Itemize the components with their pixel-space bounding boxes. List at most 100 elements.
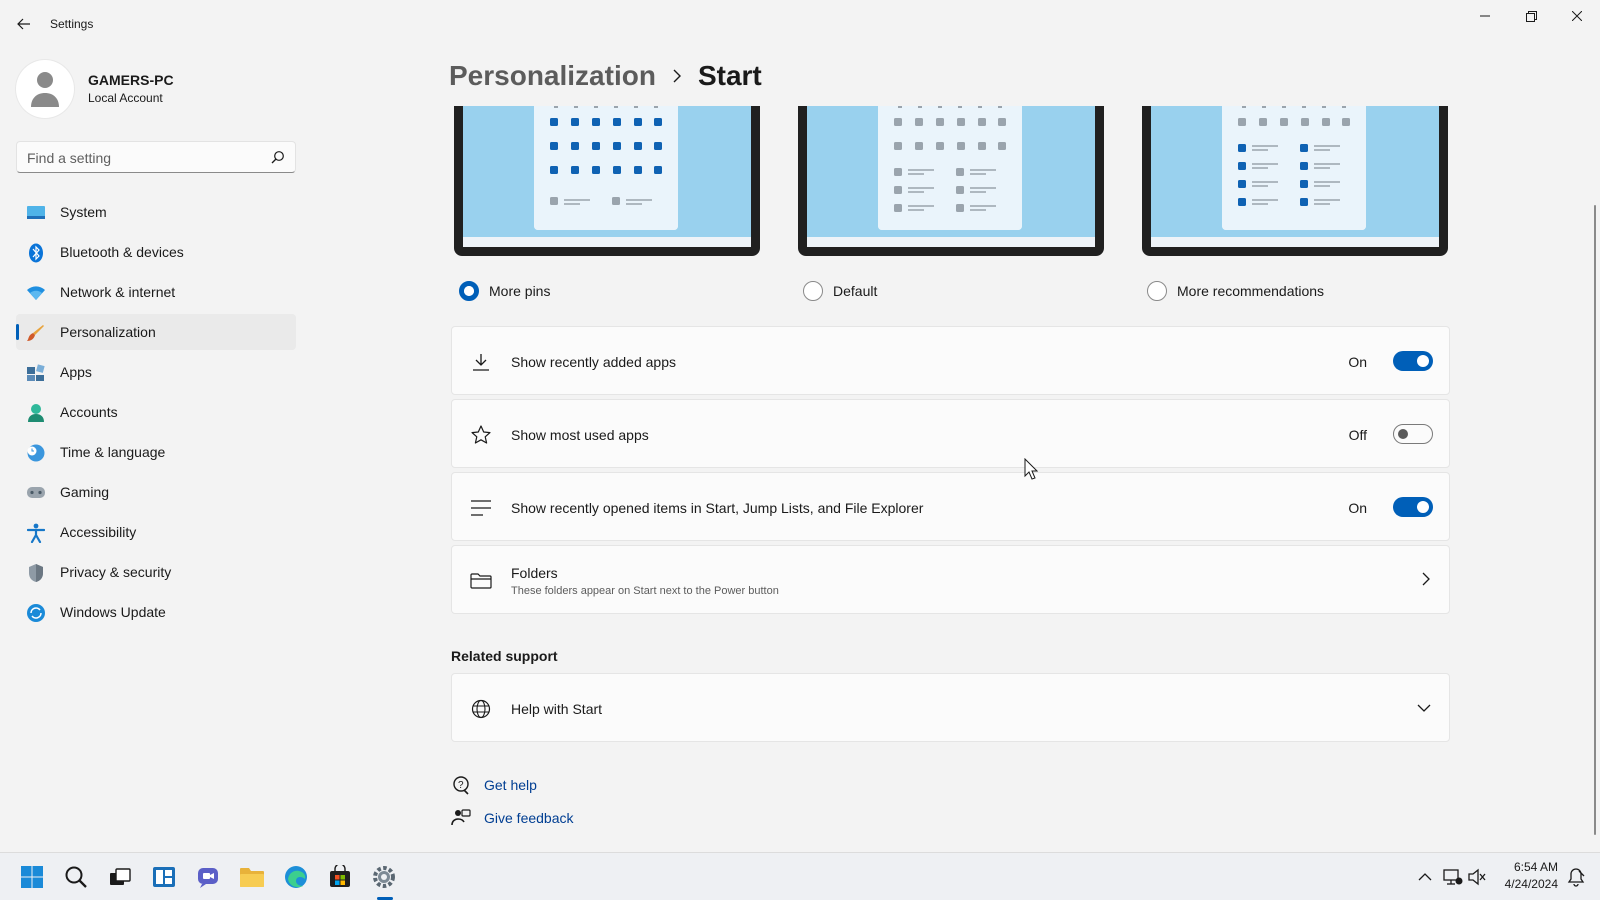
mouse-cursor-icon: [1024, 458, 1038, 480]
edge-icon[interactable]: [282, 863, 310, 891]
time-language-icon: [26, 443, 46, 463]
related-support-heading: Related support: [451, 648, 558, 664]
close-button[interactable]: [1554, 0, 1600, 32]
sidebar-item-privacy[interactable]: Privacy & security: [16, 554, 296, 590]
setting-show-most-used: Show most used apps Off: [451, 399, 1450, 468]
accounts-icon: [26, 403, 46, 423]
clock[interactable]: 6:54 AM 4/24/2024: [1505, 859, 1558, 893]
accessibility-icon: [26, 523, 46, 543]
sidebar-item-windows-update[interactable]: Windows Update: [16, 594, 296, 630]
widgets-icon[interactable]: [150, 863, 178, 891]
shield-icon: [26, 563, 46, 583]
setting-show-recently-added: Show recently added apps On: [451, 326, 1450, 395]
sidebar-item-label: Bluetooth & devices: [60, 244, 184, 260]
radio-button[interactable]: [1147, 281, 1167, 301]
sidebar-item-network[interactable]: Network & internet: [16, 274, 296, 310]
toggle-state-text: On: [1348, 500, 1367, 516]
start-icon[interactable]: [18, 863, 46, 891]
give-feedback-link[interactable]: Give feedback: [451, 808, 574, 828]
give-feedback-text[interactable]: Give feedback: [484, 810, 574, 826]
help-chat-icon: ?: [451, 775, 471, 795]
close-icon: [1572, 11, 1582, 21]
sidebar-item-label: Time & language: [60, 444, 166, 460]
star-icon: [470, 424, 492, 446]
taskbar: 6:54 AM 4/24/2024: [0, 852, 1600, 900]
sidebar-item-label: Gaming: [60, 484, 110, 500]
setting-label: Folders: [511, 565, 558, 581]
wifi-icon: [26, 283, 46, 303]
profile-name: GAMERS-PC: [88, 72, 174, 88]
sidebar-item-label: Network & internet: [60, 284, 176, 300]
setting-label: Show recently added apps: [511, 354, 676, 370]
sidebar-item-accounts[interactable]: Accounts: [16, 394, 296, 430]
list-icon: [470, 497, 492, 519]
notification-bell-icon[interactable]: [1562, 863, 1590, 891]
user-profile[interactable]: GAMERS-PC Local Account: [16, 60, 296, 118]
get-help-text[interactable]: Get help: [484, 777, 537, 793]
feedback-icon: [451, 808, 471, 828]
apps-icon: [26, 363, 46, 383]
sidebar-item-label: Apps: [60, 364, 92, 380]
toggle-switch[interactable]: [1393, 497, 1433, 517]
layout-preview-more-pins[interactable]: [454, 106, 760, 256]
minimize-button[interactable]: [1462, 0, 1508, 32]
setting-folders[interactable]: Folders These folders appear on Start ne…: [451, 545, 1450, 614]
setting-description: These folders appear on Start next to th…: [511, 585, 779, 597]
preview-screen: [807, 106, 1095, 247]
sidebar-item-bluetooth[interactable]: Bluetooth & devices: [16, 234, 296, 270]
system-icon: [26, 203, 46, 223]
toggle-state-text: On: [1348, 354, 1367, 370]
sidebar-item-accessibility[interactable]: Accessibility: [16, 514, 296, 550]
store-icon[interactable]: [326, 863, 354, 891]
sidebar-item-time-language[interactable]: Time & language: [16, 434, 296, 470]
radio-button[interactable]: [803, 281, 823, 301]
sidebar-item-label: Accessibility: [60, 524, 137, 540]
minimize-icon: [1480, 15, 1490, 17]
radio-button[interactable]: [459, 281, 479, 301]
file-explorer-icon[interactable]: [238, 863, 266, 891]
help-with-start-expander[interactable]: Help with Start: [451, 673, 1450, 742]
layout-preview-more-recommendations[interactable]: [1142, 106, 1448, 256]
sidebar-item-gaming[interactable]: Gaming: [16, 474, 296, 510]
sidebar-item-system[interactable]: System: [16, 194, 296, 230]
radio-default[interactable]: Default: [803, 281, 877, 301]
toggle-switch[interactable]: [1393, 351, 1433, 371]
sidebar-item-label: System: [60, 204, 107, 220]
chevron-right-icon: [1421, 572, 1431, 589]
sidebar-item-personalization[interactable]: Personalization: [16, 314, 296, 350]
download-icon: [470, 351, 492, 373]
profile-account-type: Local Account: [88, 91, 163, 105]
preview-taskbar: [807, 237, 1095, 247]
back-button[interactable]: [10, 12, 38, 36]
task-view-icon[interactable]: [106, 863, 134, 891]
chevron-down-icon[interactable]: [1417, 700, 1431, 716]
layout-preview-default[interactable]: [798, 106, 1104, 256]
help-item-label: Help with Start: [511, 701, 603, 717]
title-bar: Settings: [0, 0, 1600, 48]
maximize-button[interactable]: [1508, 0, 1554, 32]
toggle-state-text: Off: [1348, 427, 1367, 443]
app-title: Settings: [50, 17, 94, 31]
clock-date: 4/24/2024: [1504, 877, 1558, 891]
back-arrow-icon: [17, 18, 30, 30]
clock-time: 6:54 AM: [1513, 860, 1558, 874]
chevron-up-icon[interactable]: [1411, 863, 1439, 891]
sidebar-item-apps[interactable]: Apps: [16, 354, 296, 390]
radio-more-pins[interactable]: More pins: [459, 281, 550, 301]
settings-icon[interactable]: [370, 863, 398, 891]
chat-icon[interactable]: [194, 863, 222, 891]
preview-screen: [463, 106, 751, 247]
toggle-switch[interactable]: [1393, 424, 1433, 444]
get-help-link[interactable]: ? Get help: [451, 775, 537, 795]
volume-muted-icon[interactable]: [1463, 863, 1491, 891]
search-icon[interactable]: [62, 863, 90, 891]
gamepad-icon: [26, 483, 46, 503]
radio-label: Default: [833, 283, 878, 299]
globe-icon: [470, 698, 492, 720]
breadcrumb-parent[interactable]: Personalization: [449, 60, 656, 92]
search-icon[interactable]: [271, 150, 285, 164]
radio-more-recommendations[interactable]: More recommendations: [1147, 281, 1324, 301]
search-input[interactable]: [27, 148, 267, 168]
scrollbar[interactable]: [1594, 205, 1596, 835]
chevron-right-icon: [672, 69, 682, 83]
